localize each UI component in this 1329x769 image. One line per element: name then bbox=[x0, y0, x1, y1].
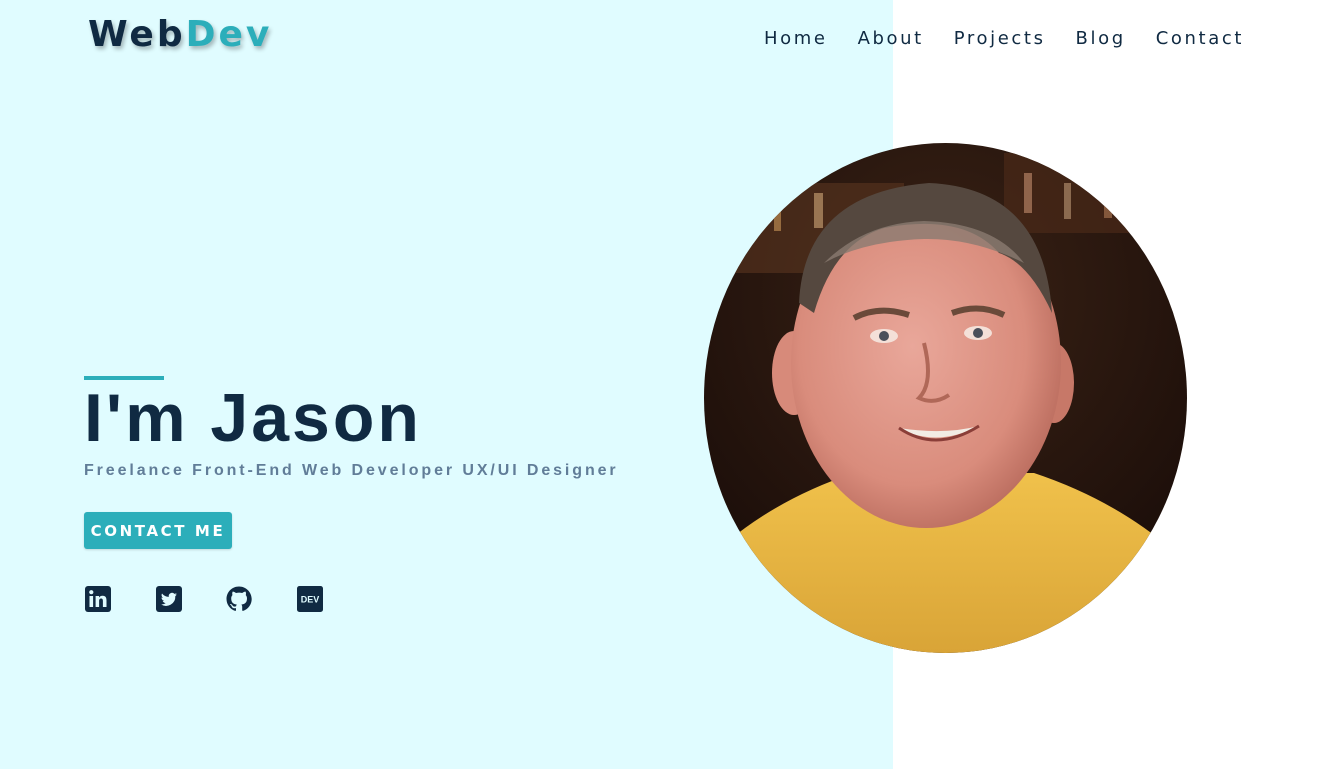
main-nav: Home About Projects Blog Contact bbox=[764, 28, 1274, 49]
nav-item-contact[interactable]: Contact bbox=[1156, 28, 1244, 49]
contact-me-button[interactable]: CONTACT ME bbox=[84, 512, 232, 549]
brand-logo-part-dev: Dev bbox=[185, 14, 273, 55]
linkedin-icon bbox=[85, 586, 111, 612]
portrait-photo bbox=[704, 143, 1187, 653]
github-icon bbox=[226, 586, 252, 611]
twitter-link[interactable] bbox=[156, 586, 182, 612]
twitter-icon bbox=[156, 586, 182, 612]
linkedin-link[interactable] bbox=[85, 586, 111, 612]
brand-logo-part-web: Web bbox=[88, 14, 186, 55]
github-link[interactable] bbox=[226, 586, 252, 612]
hero-title: I'm Jason bbox=[84, 380, 422, 456]
nav-item-about[interactable]: About bbox=[858, 28, 924, 49]
dev-icon-text: DEV bbox=[301, 595, 320, 605]
hero-subtitle: Freelance Front-End Web Developer UX/UI … bbox=[84, 462, 619, 479]
dev-link[interactable]: DEV bbox=[297, 586, 323, 612]
profile-photo bbox=[704, 143, 1187, 653]
brand-logo[interactable]: WebDev bbox=[88, 14, 272, 55]
nav-item-home[interactable]: Home bbox=[764, 28, 828, 49]
nav-item-blog[interactable]: Blog bbox=[1076, 28, 1126, 49]
nav-item-projects[interactable]: Projects bbox=[954, 28, 1046, 49]
dev-icon: DEV bbox=[297, 586, 323, 612]
